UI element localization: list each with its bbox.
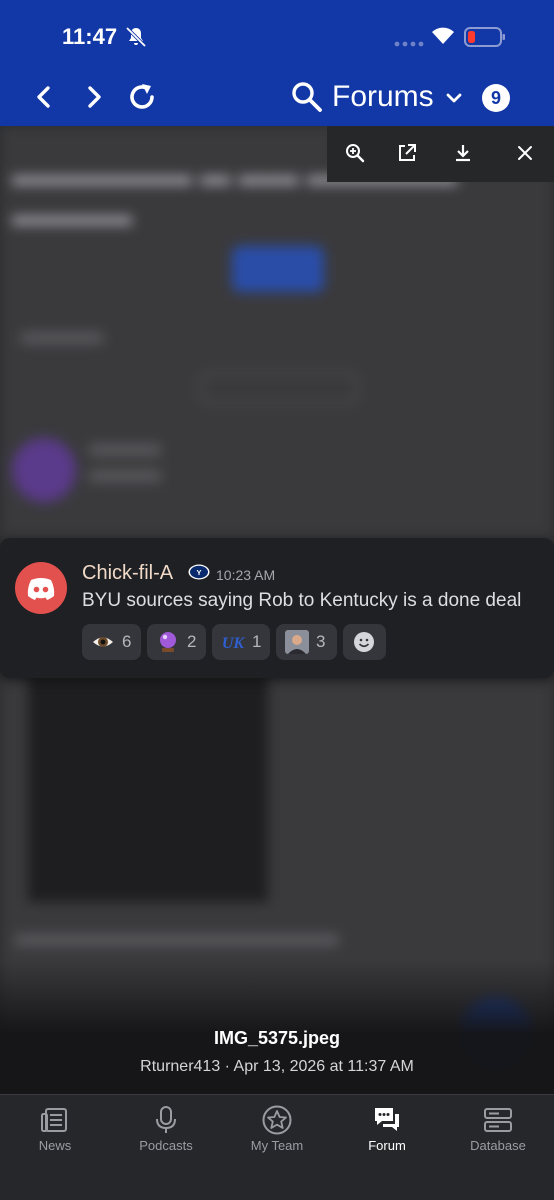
top-bar: 11:47 Forums 9	[0, 0, 554, 126]
forums-section-title[interactable]: Forums	[332, 80, 434, 114]
tab-label: Database	[470, 1138, 526, 1153]
blurred-avatar	[12, 438, 76, 502]
battery-icon	[464, 27, 505, 47]
download-icon[interactable]	[452, 142, 474, 164]
reaction-count: 3	[316, 632, 326, 651]
image-filename: IMG_5375.jpeg	[213, 1028, 341, 1048]
tab-label: Forum	[368, 1138, 406, 1153]
database-icon	[484, 1108, 512, 1132]
reaction-kentucky[interactable]: UK 1	[212, 624, 270, 660]
author-name[interactable]: Chick-fil-A	[82, 562, 173, 585]
smiley-icon	[354, 632, 374, 652]
crystal-ball-emoji-icon	[160, 632, 176, 652]
image-viewer-toolbar	[327, 126, 554, 182]
bell-muted-icon	[125, 26, 147, 48]
app-screen: ▬▬▬▬▬▬ ▬ ▬▬ ▬▬▬▬▬ ▬▬▬▬ 11:47 Forums 9 Ch…	[0, 0, 554, 1200]
microphone-icon	[156, 1106, 176, 1133]
zoom-in-icon[interactable]	[344, 142, 366, 164]
image-meta: Rturner413 · Apr 13, 2026 at 11:37 AM	[140, 1058, 414, 1075]
tab-database[interactable]: Database	[443, 1095, 553, 1165]
reaction-person[interactable]: 3	[276, 624, 337, 660]
cell-signal-icon	[394, 41, 424, 47]
svg-text:UK: UK	[222, 635, 245, 652]
tab-label: Podcasts	[139, 1138, 193, 1153]
kentucky-logo-icon: UK	[222, 635, 245, 652]
forward-chevron-icon[interactable]	[80, 82, 108, 112]
byu-logo-icon: Y	[188, 564, 210, 580]
person-photo-icon	[285, 630, 309, 654]
wifi-icon	[432, 27, 454, 44]
notification-badge[interactable]: 9	[482, 84, 510, 112]
message-text: BYU sources saying Rob to Kentucky is a …	[82, 590, 522, 611]
reaction-crystal-ball[interactable]: 2	[147, 624, 206, 660]
star-icon	[262, 1105, 292, 1135]
tab-news[interactable]: News	[0, 1095, 110, 1165]
news-icon	[41, 1108, 67, 1132]
tab-my-team[interactable]: My Team	[222, 1095, 332, 1165]
discord-message-card: Chick-fil-A Y 10:23 AM BYU sources sayin…	[0, 538, 554, 678]
svg-text:Y: Y	[196, 568, 201, 577]
blurred-attached-image	[28, 674, 268, 902]
message-timestamp: 10:23 AM	[216, 567, 276, 583]
chat-icon	[375, 1108, 399, 1131]
discord-logo-icon	[15, 562, 67, 614]
status-time: 11:47	[62, 24, 118, 49]
reaction-eye[interactable]: 6	[82, 624, 141, 660]
tab-forum[interactable]: Forum	[332, 1095, 442, 1165]
blurred-follow-button	[232, 246, 324, 292]
blurred-pagination	[200, 372, 358, 404]
reaction-count: 6	[122, 632, 132, 651]
chevron-down-icon[interactable]	[444, 88, 464, 108]
reaction-count: 1	[252, 632, 262, 651]
back-chevron-icon[interactable]	[30, 82, 58, 112]
close-icon[interactable]	[514, 142, 536, 164]
bottom-tab-bar: News Podcasts My Team Forum Database	[0, 1094, 554, 1200]
add-reaction-button[interactable]	[343, 624, 386, 660]
open-external-icon[interactable]	[396, 142, 418, 164]
tab-podcasts[interactable]: Podcasts	[111, 1095, 221, 1165]
reaction-count: 2	[187, 632, 197, 651]
search-icon[interactable]	[290, 80, 324, 114]
tab-label: News	[38, 1138, 72, 1153]
reload-icon[interactable]	[126, 80, 158, 114]
eye-emoji-icon	[93, 637, 113, 647]
tab-label: My Team	[250, 1138, 304, 1153]
